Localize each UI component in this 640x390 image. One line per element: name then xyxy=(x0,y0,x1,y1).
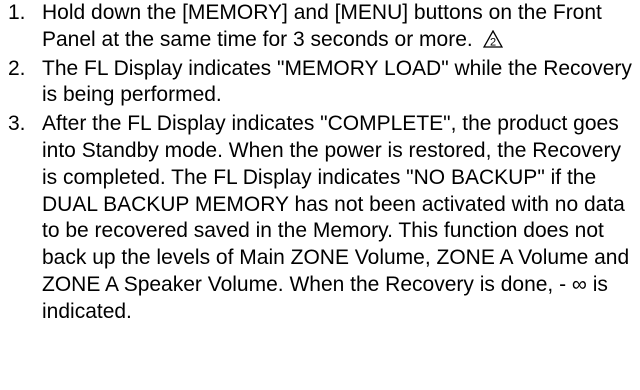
caution-icon: 2 xyxy=(482,29,503,48)
step-1: 1. Hold down the [MEMORY] and [MENU] but… xyxy=(0,0,640,54)
recovery-steps-list: 1. Hold down the [MEMORY] and [MENU] but… xyxy=(0,0,640,326)
caution-icon-number: 2 xyxy=(490,36,496,48)
step-number: 3. xyxy=(8,112,26,136)
step-number: 1. xyxy=(8,1,26,24)
step-text: After the FL Display indicates "COMPLETE… xyxy=(42,112,630,323)
step-number: 2. xyxy=(8,56,26,80)
step-2: 2. The FL Display indicates "MEMORY LOAD… xyxy=(0,56,640,110)
step-text: Hold down the [MEMORY] and [MENU] button… xyxy=(42,1,602,51)
instruction-page: 1. Hold down the [MEMORY] and [MENU] but… xyxy=(0,0,640,390)
step-text: The FL Display indicates "MEMORY LOAD" w… xyxy=(42,56,632,107)
step-3: 3. After the FL Display indicates "COMPL… xyxy=(0,111,640,325)
